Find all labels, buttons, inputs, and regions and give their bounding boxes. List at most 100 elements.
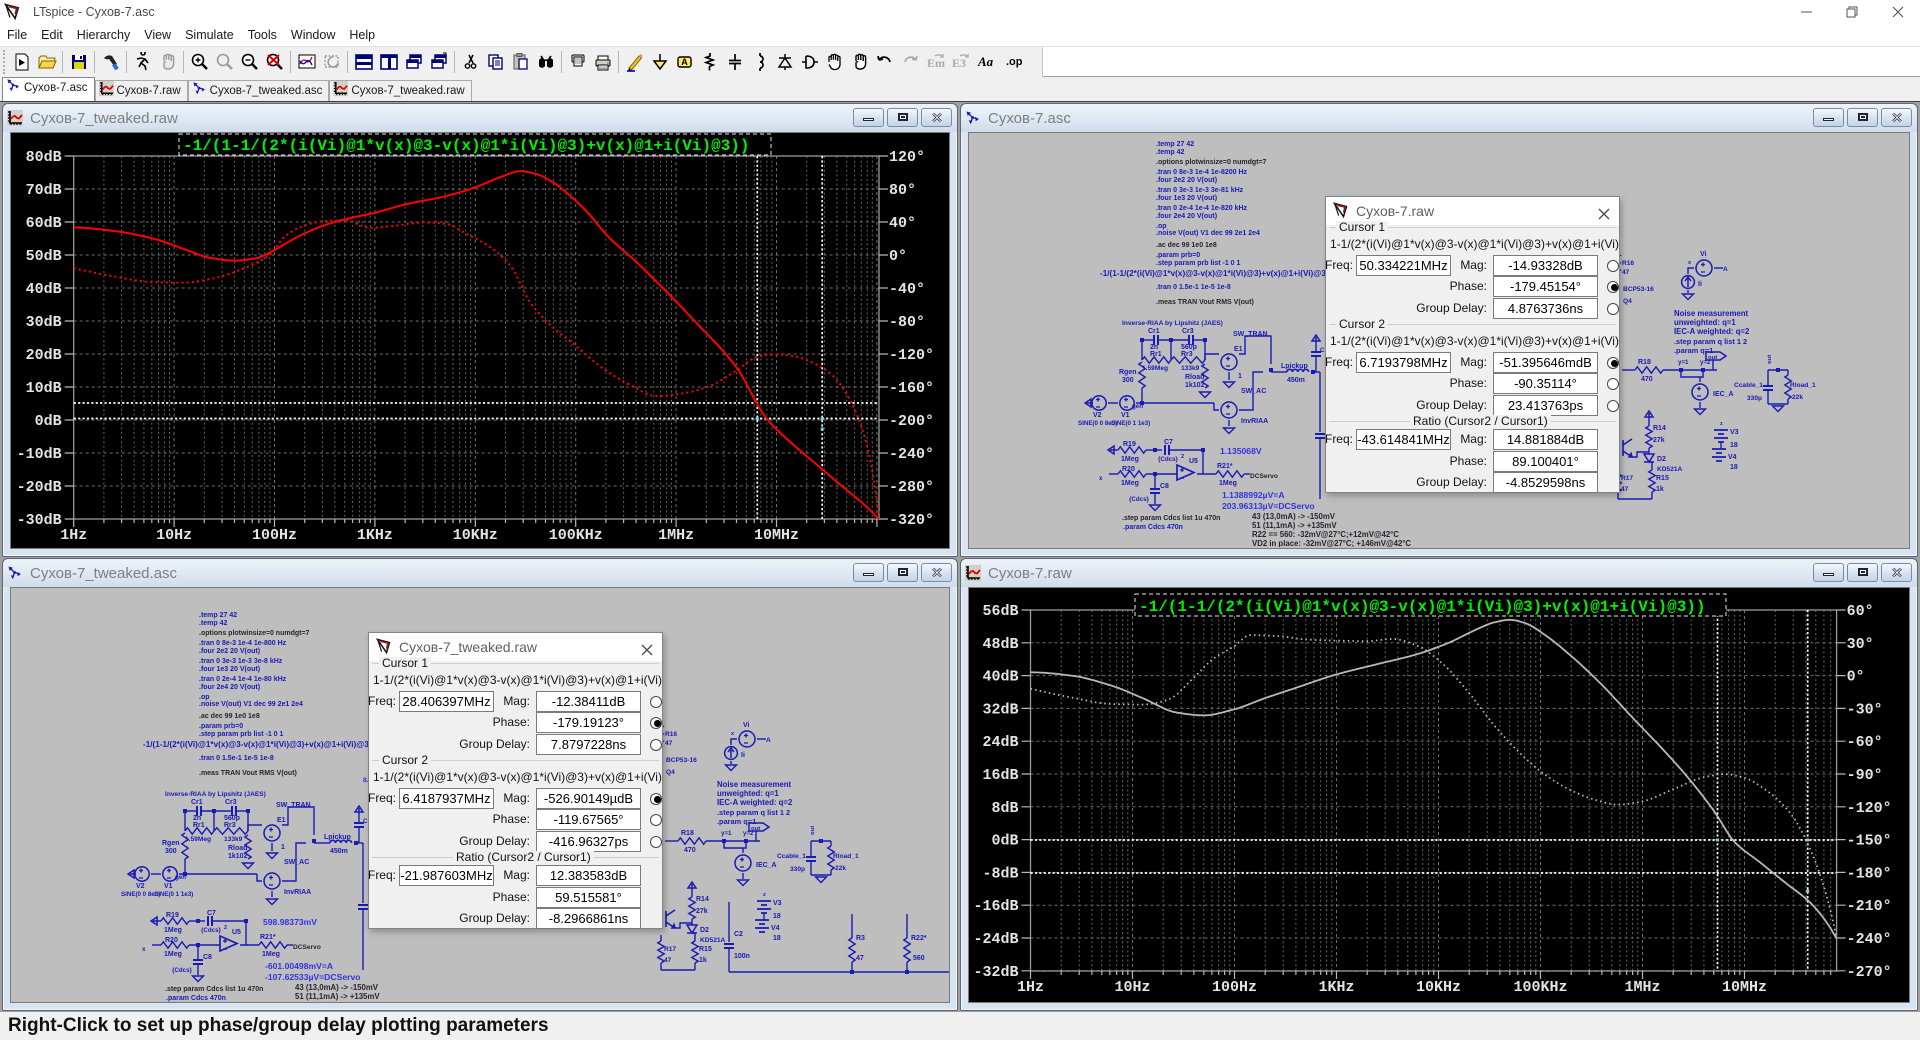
svg-text:18: 18 <box>773 935 781 942</box>
svg-text:-10dB: -10dB <box>17 446 62 463</box>
svg-text:203.96313µV=DCServo: 203.96313µV=DCServo <box>1222 501 1315 511</box>
svg-text:-240°: -240° <box>889 446 934 463</box>
svg-text:.ac dec 99 1e0 1e8: .ac dec 99 1e0 1e8 <box>1156 242 1217 249</box>
svg-text:-160°: -160° <box>889 380 934 397</box>
svg-text:-180°: -180° <box>1847 865 1892 882</box>
svg-text:A: A <box>766 737 771 744</box>
svg-text:R22 == 560: -32mV@27°C;+12mV@: R22 == 560: -32mV@27°C;+12mV@42°C <box>1252 530 1399 539</box>
svg-text:.step param Cdcs list 1u 470n: .step param Cdcs list 1u 470n <box>1122 515 1220 522</box>
svg-text:y=1: y=1 <box>721 830 732 837</box>
svg-text:.op: .op <box>1006 56 1023 68</box>
svg-text:450m: 450m <box>330 848 348 855</box>
svg-text:R3: R3 <box>856 935 865 942</box>
svg-text:x: x <box>142 946 146 953</box>
svg-text:.temp 27 42: .temp 27 42 <box>199 612 237 619</box>
svg-text:18: 18 <box>1730 464 1738 471</box>
svg-text:.step param prb list -1 0 1: .step param prb list -1 0 1 <box>1156 260 1241 267</box>
svg-text:gen: gen <box>175 874 186 881</box>
svg-text:.param Cdcs 470n: .param Cdcs 470n <box>1123 524 1183 531</box>
svg-text:-320°: -320° <box>889 512 934 529</box>
svg-text:Aa: Aa <box>977 54 994 69</box>
svg-text:.temp 42: .temp 42 <box>199 620 228 627</box>
svg-text:.step param Cdcs list 1u 470n: .step param Cdcs list 1u 470n <box>165 986 263 993</box>
svg-text:U5: U5 <box>232 929 241 936</box>
svg-text:V1: V1 <box>1121 412 1130 419</box>
svg-text:Rload_1: Rload_1 <box>1790 382 1816 389</box>
svg-text:y=1: y=1 <box>1678 359 1689 366</box>
svg-text:47: 47 <box>665 740 673 747</box>
svg-text:SW_TRAN: SW_TRAN <box>276 802 311 809</box>
svg-text:598.98373mV: 598.98373mV <box>263 917 317 927</box>
svg-text:1Meg: 1Meg <box>164 951 182 958</box>
svg-text:U5: U5 <box>1189 458 1198 465</box>
svg-text:Rload: Rload <box>1185 374 1204 381</box>
svg-text:DCServo: DCServo <box>293 944 321 951</box>
svg-text:VD2 in place: -32mV@27°C; +146: VD2 in place: -32mV@27°C; +146mV@42°C <box>1252 539 1411 547</box>
svg-text:.param prb=0: .param prb=0 <box>199 723 243 730</box>
svg-text:-107.62533µV=DCServo: -107.62533µV=DCServo <box>265 972 360 982</box>
svg-text:40°: 40° <box>889 215 916 232</box>
svg-text:-40°: -40° <box>889 281 925 298</box>
svg-text:43 (13,0mA) -> -150mV: 43 (13,0mA) -> -150mV <box>1252 512 1336 521</box>
svg-text:C8: C8 <box>203 954 212 961</box>
svg-text:Rr1: Rr1 <box>1150 351 1162 358</box>
svg-text:1Meg: 1Meg <box>262 951 280 958</box>
svg-text:47: 47 <box>856 955 864 962</box>
svg-text:10Hz: 10Hz <box>156 527 192 544</box>
svg-text:100Hz: 100Hz <box>1212 979 1257 996</box>
svg-text:x: x <box>731 731 735 737</box>
svg-text:20dB: 20dB <box>26 347 62 364</box>
svg-text:.meas TRAN Vout RMS V(out): .meas TRAN Vout RMS V(out) <box>199 770 297 777</box>
svg-text:SINE(0 1 1e3): SINE(0 1 1e3) <box>154 891 193 898</box>
svg-text:V3: V3 <box>773 900 782 907</box>
svg-text:133k9: 133k9 <box>224 836 243 843</box>
svg-text:.step param q list 1 2: .step param q list 1 2 <box>1674 337 1747 346</box>
svg-text:out: out <box>1767 355 1773 364</box>
svg-text:Ccable_1: Ccable_1 <box>777 853 806 860</box>
svg-text:Cr1: Cr1 <box>191 799 203 806</box>
svg-text:unweighted: q=1: unweighted: q=1 <box>717 789 779 798</box>
svg-text:.temp 42: .temp 42 <box>1156 149 1185 156</box>
svg-text:1: 1 <box>1238 373 1242 380</box>
svg-text:100KHz: 100KHz <box>549 527 603 544</box>
svg-text:30°: 30° <box>1847 636 1874 653</box>
svg-text:Cr1: Cr1 <box>1148 328 1160 335</box>
svg-text:27k: 27k <box>696 908 708 915</box>
svg-text:R17: R17 <box>664 946 676 953</box>
svg-text:2: 2 <box>224 925 227 931</box>
svg-text:KD521A: KD521A <box>1657 466 1683 473</box>
svg-text:1k: 1k <box>1656 486 1664 493</box>
svg-text:-30dB: -30dB <box>17 512 62 529</box>
svg-text:A: A <box>1723 266 1728 273</box>
svg-text:-24dB: -24dB <box>973 931 1018 948</box>
svg-text:V3: V3 <box>1730 429 1739 436</box>
svg-text:43 (13,0mA) -> -150mV: 43 (13,0mA) -> -150mV <box>295 983 379 992</box>
svg-text:.op: .op <box>1156 223 1167 230</box>
svg-text:-20dB: -20dB <box>17 479 62 496</box>
svg-text:2n: 2n <box>1150 344 1158 351</box>
svg-text:DCServo: DCServo <box>1250 473 1278 480</box>
svg-text:51 (11,1mA) -> +135mV: 51 (11,1mA) -> +135mV <box>295 992 380 1001</box>
svg-text:1.1388992µV=A: 1.1388992µV=A <box>1222 490 1285 500</box>
svg-text:22k: 22k <box>835 865 846 872</box>
svg-text:1Hz: 1Hz <box>60 527 87 544</box>
svg-text:0°: 0° <box>889 248 907 265</box>
svg-text:SW_TRAN: SW_TRAN <box>1233 331 1268 338</box>
svg-text:16dB: 16dB <box>982 767 1018 784</box>
svg-text:R22 == 560: -32mV@27°C;+12mV@: R22 == 560: -32mV@27°C;+12mV@42°C <box>295 1001 442 1002</box>
svg-text:.tran 0 8e-3 1e-4 1e-8200 Hz: .tran 0 8e-3 1e-4 1e-8200 Hz <box>1156 169 1248 176</box>
svg-text:.ac dec 99 1e0 1e8: .ac dec 99 1e0 1e8 <box>199 713 260 720</box>
svg-text:-150°: -150° <box>1847 833 1892 850</box>
svg-text:1: 1 <box>281 844 285 851</box>
svg-text:{Cdcs}: {Cdcs} <box>172 967 193 974</box>
svg-text:C7: C7 <box>1164 439 1173 446</box>
svg-text:R18: R18 <box>1638 359 1651 366</box>
svg-text:Rgen: Rgen <box>162 840 180 847</box>
svg-text:1.135068V: 1.135068V <box>1220 446 1262 456</box>
svg-text:-120°: -120° <box>1847 800 1892 817</box>
svg-text:-210°: -210° <box>1847 898 1892 915</box>
svg-text:24dB: 24dB <box>982 734 1018 751</box>
svg-text:50dB: 50dB <box>26 248 62 265</box>
svg-text:1Meg: 1Meg <box>164 927 182 934</box>
svg-text:Cr3: Cr3 <box>1182 328 1194 335</box>
